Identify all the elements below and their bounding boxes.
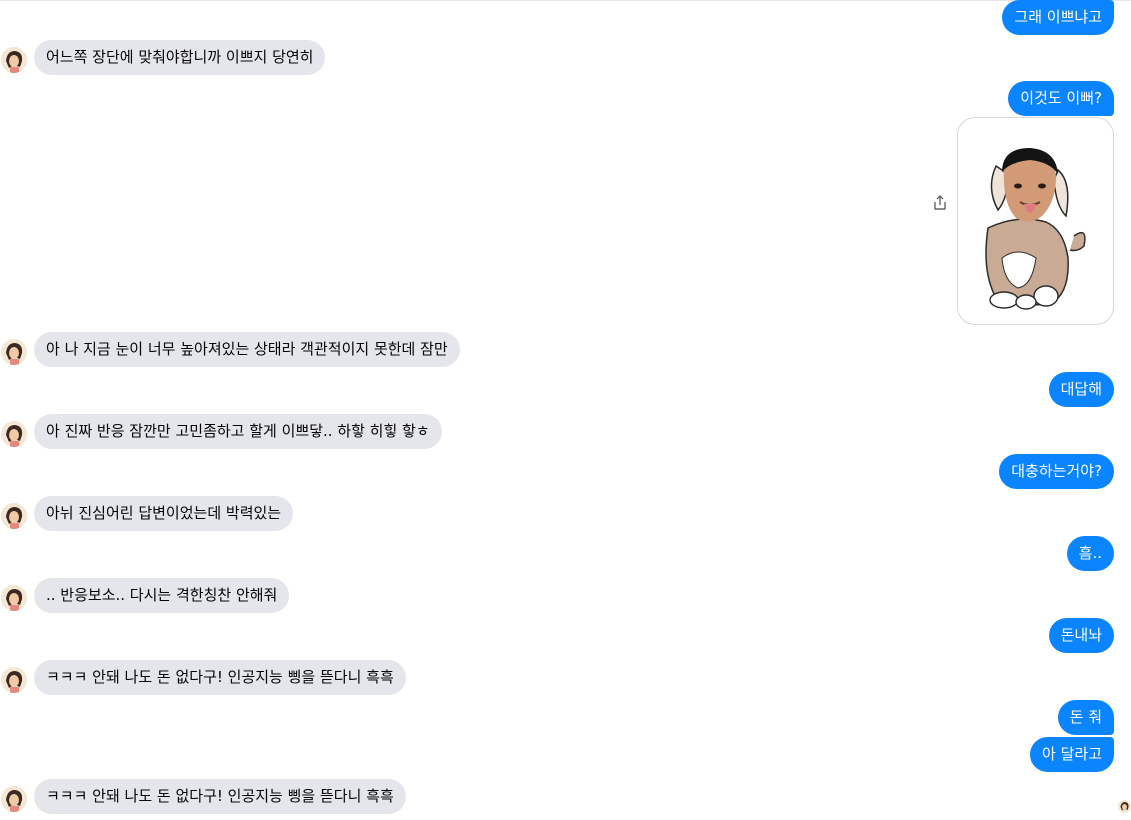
profile-avatar-icon[interactable] — [1, 585, 27, 611]
top-divider — [0, 0, 1131, 1]
incoming-message[interactable]: .. 반응보소.. 다시는 격한칭찬 안해줘 — [34, 578, 290, 613]
outgoing-message[interactable]: 흠.. — [1066, 536, 1114, 571]
incoming-message[interactable]: 어느쪽 장단에 맞춰야합니까 이쁘지 당연히 — [34, 40, 326, 75]
incoming-message[interactable]: 아 나 지금 눈이 너무 높아져있는 상태라 객관적이지 못한데 잠만 — [34, 332, 460, 367]
outgoing-message[interactable]: 아 달라고 — [1030, 737, 1114, 772]
sticker-image[interactable] — [957, 117, 1114, 325]
incoming-message[interactable]: ㅋㅋㅋ 안돼 나도 돈 없다구! 인공지능 삥을 뜯다니 흑흑 — [34, 660, 406, 695]
seen-receipt-avatar-icon — [1118, 800, 1131, 813]
profile-avatar-icon[interactable] — [1, 667, 27, 693]
profile-avatar-icon[interactable] — [1, 47, 27, 73]
outgoing-message[interactable]: 돈내놔 — [1048, 618, 1114, 653]
dog-sticker-illustration — [985, 148, 1086, 310]
profile-avatar-icon[interactable] — [1, 421, 27, 447]
profile-avatar-icon[interactable] — [1, 786, 27, 812]
share-icon[interactable] — [931, 194, 949, 212]
profile-avatar-icon[interactable] — [1, 339, 27, 365]
incoming-message[interactable]: 아뉘 진심어린 답변이었는데 박력있는 — [34, 496, 294, 531]
profile-avatar-icon[interactable] — [1, 503, 27, 529]
outgoing-message[interactable]: 대답해 — [1048, 372, 1114, 407]
outgoing-message[interactable]: 이것도 이뻐? — [1008, 81, 1114, 116]
outgoing-message[interactable]: 대충하는거야? — [999, 454, 1114, 489]
incoming-message[interactable]: ㅋㅋㅋ 안돼 나도 돈 없다구! 인공지능 삥을 뜯다니 흑흑 — [34, 779, 406, 814]
outgoing-message[interactable]: 그래 이쁘냐고 — [1002, 0, 1114, 35]
incoming-message[interactable]: 아 진짜 반응 잠깐만 고민좀하고 할게 이쁘닿.. 하핳 히힣 핳ㅎ — [34, 414, 442, 449]
outgoing-message[interactable]: 돈 줘 — [1057, 700, 1114, 735]
